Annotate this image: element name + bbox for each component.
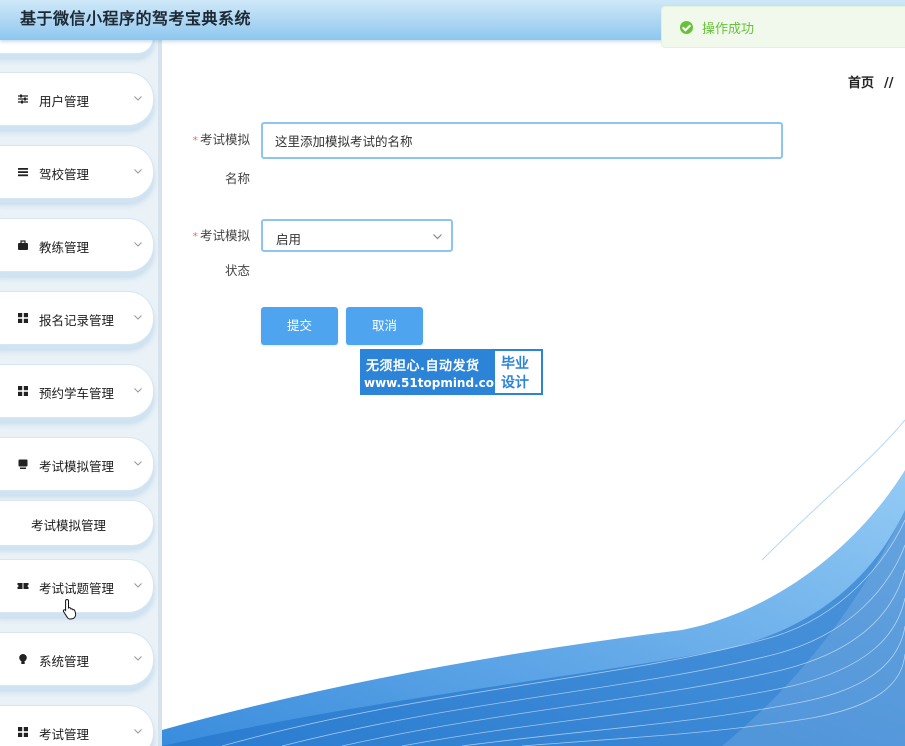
watermark-left: 无须担心.自动发货 www.51topmind.com: [360, 349, 507, 395]
status-label-line2: 状态: [224, 263, 250, 278]
chevron-down-icon: [134, 729, 142, 734]
lightbulb-icon: [17, 653, 29, 665]
sliders-icon: [17, 93, 29, 105]
grid-icon: [17, 726, 29, 738]
chevron-down-icon: [134, 169, 142, 174]
watermark-line1: 无须担心.自动发货: [366, 359, 480, 374]
main-content: 首页// *考试模拟 名称 *考试模拟 状态 启用 提交 取消 无须担心.自动发…: [162, 40, 905, 746]
sidebar-item-coach[interactable]: 教练管理: [0, 218, 154, 272]
status-label-line1: 考试模拟: [199, 228, 250, 243]
chevron-down-icon: [134, 461, 142, 466]
sidebar-item-registration[interactable]: 报名记录管理: [0, 291, 154, 345]
chevron-down-icon: [433, 234, 442, 240]
sidebar-item-exam[interactable]: 考试管理: [0, 705, 154, 746]
sidebar-item-label: 考试管理: [39, 727, 90, 742]
breadcrumb-home[interactable]: 首页: [848, 76, 874, 91]
sidebar: 用户管理 驾校管理 教练管理 报名记录管理 预约学车管理 考试模拟管理 考试模拟…: [0, 40, 162, 746]
name-label-line1: 考试模拟: [199, 132, 250, 147]
success-toast: 操作成功: [661, 6, 905, 48]
sidebar-item-label: 考试模拟管理: [39, 459, 115, 474]
sidebar-item-system[interactable]: 系统管理: [0, 632, 154, 686]
breadcrumb-separator: //: [884, 76, 894, 91]
sidebar-item-label: 预约学车管理: [39, 386, 115, 401]
sidebar-item-label: 考试试题管理: [39, 581, 115, 596]
exam-name-field[interactable]: [263, 124, 781, 157]
submit-button[interactable]: 提交: [261, 307, 338, 345]
check-circle-icon: [680, 20, 693, 34]
sidebar-item-label: 系统管理: [39, 654, 90, 669]
sidebar-item-exam-simulation[interactable]: 考试模拟管理: [0, 437, 154, 491]
sidebar-item-driving-school[interactable]: 驾校管理: [0, 145, 154, 199]
sidebar-item-user-management[interactable]: 用户管理: [0, 72, 154, 126]
grid-icon: [17, 312, 29, 324]
sidebar-item-label: 教练管理: [39, 240, 90, 255]
chevron-down-icon: [134, 583, 142, 588]
watermark-right: 毕业 设计: [495, 351, 541, 393]
app-title: 基于微信小程序的驾考宝典系统: [20, 9, 252, 28]
sidebar-item-partial[interactable]: [0, 40, 154, 54]
required-mark: *: [192, 134, 198, 147]
watermark-right-line1: 毕业: [501, 356, 529, 372]
required-mark: *: [192, 230, 198, 243]
watermark-line2: www.51topmind.com: [364, 376, 507, 390]
status-selected-value: 启用: [276, 232, 302, 247]
cancel-button[interactable]: 取消: [346, 307, 423, 345]
briefcase-icon: [17, 239, 29, 251]
status-select[interactable]: 启用: [261, 219, 453, 252]
sidebar-item-label: 用户管理: [39, 94, 90, 109]
watermark-right-line2: 设计: [501, 375, 529, 391]
chevron-down-icon: [134, 315, 142, 320]
ticket-icon: [17, 580, 29, 592]
chevron-down-icon: [134, 656, 142, 661]
app-window: 基于微信小程序的驾考宝典系统 操作成功 用户管理 驾校管理 教练管理 报名记录管…: [0, 0, 905, 746]
chevron-down-icon: [134, 96, 142, 101]
monitor-icon: [17, 458, 29, 470]
exam-name-input[interactable]: [261, 122, 783, 159]
submenu-item-exam-simulation[interactable]: 考试模拟管理: [0, 500, 154, 546]
sidebar-item-label: 报名记录管理: [39, 313, 115, 328]
list-icon: [17, 166, 29, 178]
breadcrumb: 首页 //: [848, 72, 894, 91]
grid-icon: [17, 385, 29, 397]
chevron-down-icon: [134, 388, 142, 393]
name-label-line2: 名称: [224, 171, 250, 186]
chevron-down-icon: [134, 242, 142, 247]
hand-cursor-icon: [62, 598, 77, 620]
sidebar-item-label: 驾校管理: [39, 167, 90, 182]
submenu-item-label: 考试模拟管理: [31, 518, 107, 533]
sidebar-item-booking[interactable]: 预约学车管理: [0, 364, 154, 418]
toast-message: 操作成功: [702, 21, 755, 37]
watermark-badge: 无须担心.自动发货 www.51topmind.com 毕业 设计: [360, 349, 543, 395]
